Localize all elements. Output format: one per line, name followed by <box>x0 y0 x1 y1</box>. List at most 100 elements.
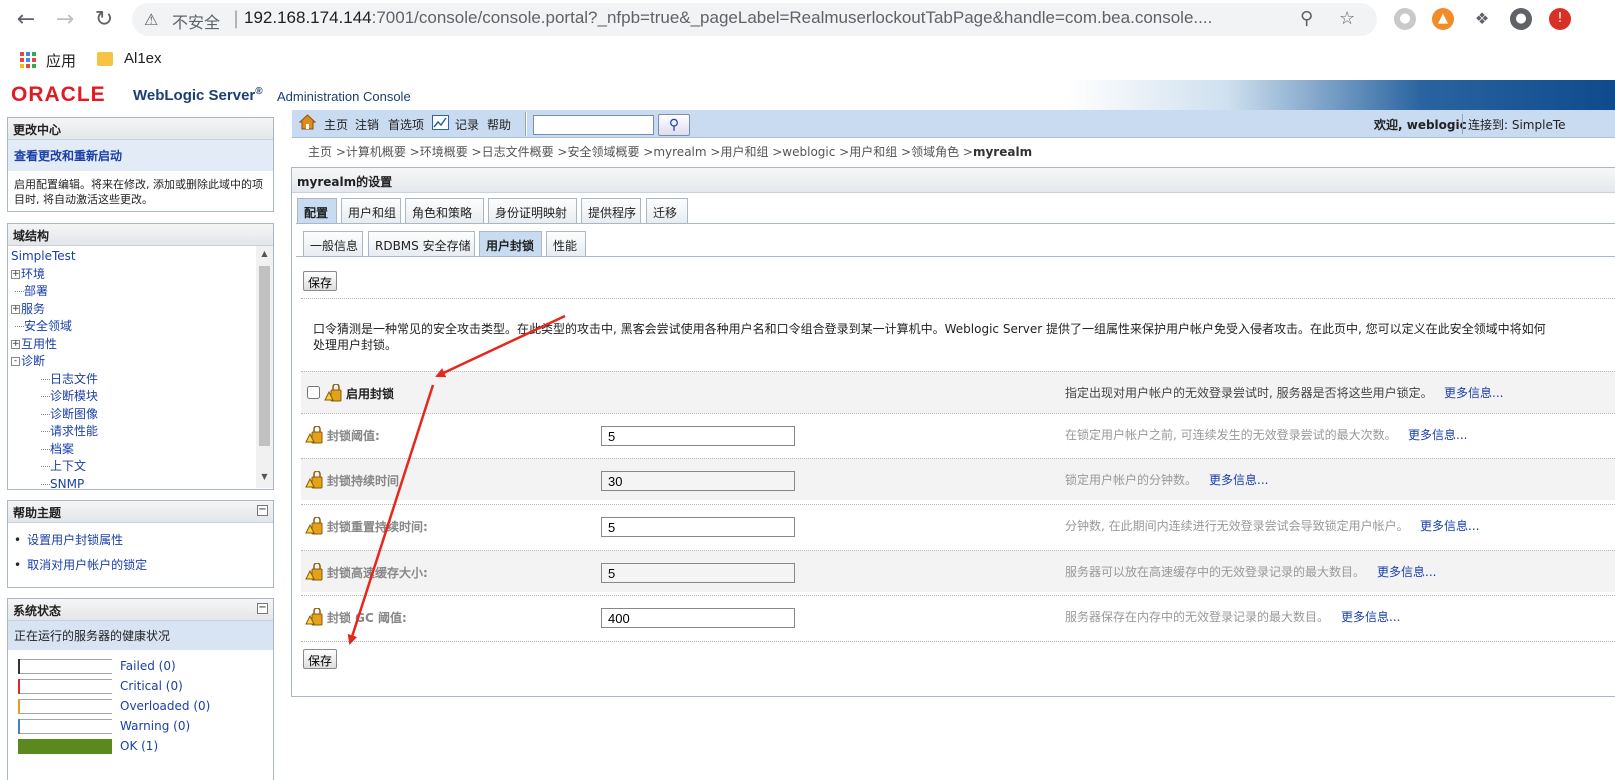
search-input[interactable] <box>533 115 654 135</box>
scroll-up-icon[interactable]: ▲ <box>259 249 270 258</box>
health-status-link[interactable]: Failed (0) <box>120 659 176 673</box>
home-link[interactable]: 主页 <box>324 116 348 133</box>
forward-arrow-icon[interactable]: → <box>51 6 79 34</box>
health-bar <box>18 659 112 674</box>
tab-roles-policies[interactable]: 角色和策略 <box>405 198 484 223</box>
tree-item-diagnostics[interactable]: - 诊断 <box>11 353 273 371</box>
subtab-performance[interactable]: 性能 <box>546 231 586 256</box>
health-status-list: Failed (0) Critical (0) Overloaded (0) Warn… <box>8 650 273 756</box>
health-status-row: Failed (0) <box>8 656 273 676</box>
scroll-thumb[interactable] <box>259 266 270 446</box>
field-help: 服务器可以放在高速缓存中的无效登录记录的最大数目。 <box>1065 565 1366 579</box>
field-input[interactable] <box>601 563 795 583</box>
tree-item-interoperability[interactable]: +互用性 <box>11 336 273 354</box>
enable-lockout-row: 启用封锁 指定出现对用户帐户的无效登录尝试时, 服务器是否将这些用户锁定。 更多… <box>301 371 1615 413</box>
more-info-link[interactable]: 更多信息... <box>1408 426 1467 443</box>
field-input[interactable] <box>601 426 795 446</box>
puzzle-extensions-icon[interactable]: ❖ <box>1471 8 1493 30</box>
help-link[interactable]: 帮助 <box>487 116 511 133</box>
field-input[interactable] <box>601 517 795 537</box>
record-icon[interactable] <box>432 115 449 130</box>
subtab-user-lockout[interactable]: 用户封锁 <box>479 231 542 256</box>
health-status-link[interactable]: Critical (0) <box>120 679 183 693</box>
health-status-row: Critical (0) <box>8 676 273 696</box>
expand-icon[interactable]: + <box>11 304 20 314</box>
health-status-link[interactable]: Overloaded (0) <box>120 699 210 713</box>
tree-child-request-performance[interactable]: 请求性能 <box>11 423 273 441</box>
address-bar[interactable]: ⚠ 不安全 | 192.168.174.144:7001/console/con… <box>132 3 1377 36</box>
record-link[interactable]: 记录 <box>455 116 479 133</box>
subtab-rdbms-store[interactable]: RDBMS 安全存储 <box>368 231 475 256</box>
tree-child-diagnostic-modules[interactable]: 诊断模块 <box>11 388 273 406</box>
zoom-icon[interactable]: ⚲ <box>1300 8 1313 29</box>
breadcrumb-links[interactable]: 主页 >计算机概要 >环境概要 >日志文件概要 >安全领域概要 >myrealm… <box>308 145 973 159</box>
help-link-lockout-attributes[interactable]: 设置用户封锁属性 <box>14 531 267 548</box>
tab-providers[interactable]: 提供程序 <box>581 198 641 223</box>
browser-chrome: ← → ↻ ⚠ 不安全 | 192.168.174.144:7001/conso… <box>0 0 1615 80</box>
expand-icon[interactable]: + <box>11 339 20 349</box>
reload-icon[interactable]: ↻ <box>90 6 118 34</box>
url-text[interactable]: 192.168.174.144:7001/console/console.por… <box>244 8 1284 28</box>
lock-warning-icon <box>324 384 342 402</box>
fox-extension-icon[interactable]: ▲ <box>1432 8 1454 30</box>
tab-users-groups[interactable]: 用户和组 <box>341 198 401 223</box>
tree-scrollbar[interactable]: ▲ ▼ <box>256 246 273 488</box>
logout-link[interactable]: 注销 <box>355 116 379 133</box>
more-info-link[interactable]: 更多信息... <box>1377 563 1436 580</box>
more-info-link[interactable]: 更多信息... <box>1420 517 1479 534</box>
bookmark-al1ex[interactable]: Al1ex <box>124 50 162 67</box>
collapse-icon[interactable]: − <box>257 505 268 516</box>
field-input[interactable] <box>601 608 795 628</box>
search-icon: ⚲ <box>668 117 680 133</box>
preferences-link[interactable]: 首选项 <box>388 116 424 133</box>
scroll-down-icon[interactable]: ▼ <box>259 472 270 481</box>
expand-icon[interactable]: + <box>11 269 20 279</box>
domain-tree: SimpleTest +环境 部署 +服务 安全领域 +互用性 - 诊断 日志文件… <box>8 246 273 488</box>
health-status-link[interactable]: OK (1) <box>120 739 158 753</box>
help-link-unlock-account[interactable]: 取消对用户帐户的锁定 <box>14 556 267 573</box>
health-status-link[interactable]: Warning (0) <box>120 719 190 733</box>
enable-lockout-checkbox[interactable] <box>307 386 320 399</box>
change-center-title: 更改中心 <box>8 118 273 140</box>
health-bar-marker <box>18 659 20 674</box>
star-icon[interactable]: ☆ <box>1339 8 1355 29</box>
back-arrow-icon[interactable]: ← <box>12 6 40 34</box>
profile-avatar-icon[interactable]: ● <box>1510 8 1532 30</box>
tree-root[interactable]: SimpleTest <box>11 248 273 266</box>
tab-credential-mappings[interactable]: 身份证明映射 <box>488 198 577 223</box>
tree-child-snmp[interactable]: SNMP <box>11 476 273 488</box>
update-alert-icon[interactable]: ! <box>1549 8 1571 30</box>
tab-configuration[interactable]: 配置 <box>297 198 337 223</box>
tree-child-archives[interactable]: 档案 <box>11 441 273 459</box>
lock-warning-icon <box>305 517 323 535</box>
globe-extension-icon[interactable]: ● <box>1394 8 1416 30</box>
collapse-icon[interactable]: - <box>11 357 20 366</box>
search-button[interactable]: ⚲ <box>658 114 690 136</box>
health-status-row: Warning (0) <box>8 716 273 736</box>
tree-item-deployments[interactable]: 部署 <box>11 283 273 301</box>
field-help: 在锁定用户帐户之前, 可连续发生的无效登录尝试的最大次数。 <box>1065 428 1397 442</box>
save-button-top[interactable]: 保存 <box>303 271 338 291</box>
tree-child-log-files[interactable]: 日志文件 <box>11 371 273 389</box>
tree-child-diagnostic-images[interactable]: 诊断图像 <box>11 406 273 424</box>
tree-child-context[interactable]: 上下文 <box>11 458 273 476</box>
health-bar <box>18 739 112 754</box>
system-status-panel: 系统状态 − 正在运行的服务器的健康状况 Failed (0) Critical (… <box>7 598 274 780</box>
tree-item-environment[interactable]: +环境 <box>11 266 273 284</box>
field-input[interactable] <box>601 471 795 491</box>
save-button-bottom[interactable]: 保存 <box>303 649 338 669</box>
system-status-title: 系统状态 <box>13 604 62 618</box>
collapse-icon[interactable]: − <box>257 603 268 614</box>
apps-grid-icon[interactable] <box>20 52 36 68</box>
tab-migration[interactable]: 迁移 <box>646 198 688 223</box>
more-info-link[interactable]: 更多信息... <box>1209 471 1268 488</box>
tree-item-services[interactable]: +服务 <box>11 301 273 319</box>
tree-item-security-realms[interactable]: 安全领域 <box>11 318 273 336</box>
subtab-general[interactable]: 一般信息 <box>303 231 363 256</box>
more-info-link[interactable]: 更多信息... <box>1444 384 1503 401</box>
system-status-header: 系统状态 − <box>8 599 273 621</box>
view-changes-link[interactable]: 查看更改和重新启动 <box>8 140 273 171</box>
more-info-link[interactable]: 更多信息... <box>1341 608 1400 625</box>
bookmark-apps[interactable]: 应用 <box>46 50 76 71</box>
home-icon[interactable] <box>299 114 316 130</box>
